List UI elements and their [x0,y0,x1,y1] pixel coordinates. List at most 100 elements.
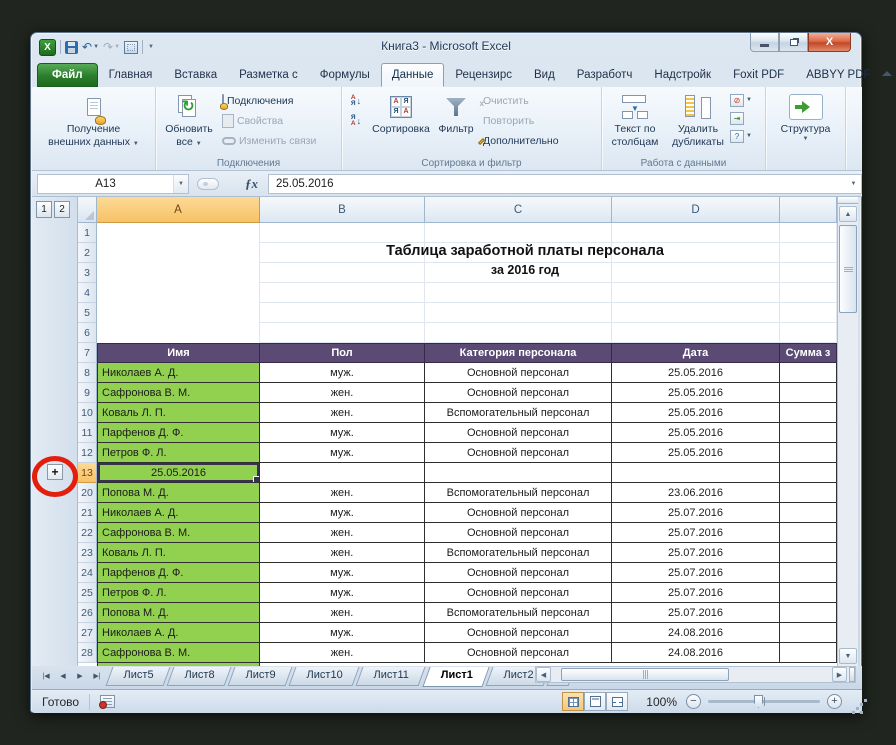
cell-D9[interactable]: 25.05.2016 [612,383,780,403]
row-header-8[interactable]: 8 [78,363,97,383]
cell-B28[interactable]: жен. [260,643,425,663]
column-header-B[interactable]: B [260,197,425,223]
consolidate-button[interactable]: ⇥ [730,110,758,126]
cell-A9[interactable]: Сафронова В. М. [97,383,260,403]
cell-C23[interactable]: Вспомогательный персонал [425,543,612,563]
tab-split-handle[interactable] [849,667,855,682]
minimize-button[interactable] [750,33,779,52]
cell-A3[interactable] [97,263,260,283]
vertical-scrollbar[interactable]: ▲ ▼ [837,197,858,666]
cell-A25[interactable]: Петров Ф. Л. [97,583,260,603]
first-sheet-button[interactable]: |◀ [38,668,54,684]
filter-button[interactable]: Фильтр [434,90,478,156]
cell-E20[interactable] [780,483,837,503]
insert-function-button[interactable]: ƒx [245,176,258,192]
cell-D28[interactable]: 24.08.2016 [612,643,780,663]
row-header-5[interactable]: 5 [78,303,97,323]
row-header-9[interactable]: 9 [78,383,97,403]
scroll-right-button[interactable]: ▶ [832,667,847,682]
cell-E11[interactable] [780,423,837,443]
cell-C27[interactable]: Основной персонал [425,623,612,643]
cell-B27[interactable]: муж. [260,623,425,643]
minimize-ribbon-icon[interactable] [882,71,892,76]
customize-qat-button[interactable]: ▼ [147,44,154,50]
ribbon-tab-5[interactable]: Формулы [309,63,381,87]
cell-A6[interactable] [97,323,260,343]
ribbon-tab-6[interactable]: Данные [381,63,445,87]
text-to-columns-button[interactable]: ▼ Текст по столбцам [604,90,666,156]
cell-D27[interactable]: 24.08.2016 [612,623,780,643]
expand-formula-bar-button[interactable]: ▼ [846,174,862,194]
vertical-scroll-thumb[interactable] [839,225,857,313]
cell-E8[interactable] [780,363,837,383]
sort-descending-button[interactable]: ЯА↓ [351,112,361,130]
cell-E26[interactable] [780,603,837,623]
cell-B8[interactable]: муж. [260,363,425,383]
cell-C1[interactable] [425,223,612,243]
ribbon-tab-10[interactable]: Надстройк [643,63,722,87]
cell-D13[interactable] [612,463,780,483]
cell-C10[interactable]: Вспомогательный персонал [425,403,612,423]
cell-E24[interactable] [780,563,837,583]
horizontal-scrollbar[interactable]: ◀ ▶ [535,666,856,683]
cell-A10[interactable]: Коваль Л. П. [97,403,260,423]
cell-A2[interactable] [97,243,260,263]
sheet-tab-1[interactable]: Лист5 [106,667,171,686]
cell-A20[interactable]: Попова М. Д. [97,483,260,503]
row-header-21[interactable]: 21 [78,503,97,523]
row-header-3[interactable]: 3 [78,263,97,283]
ribbon-tab-12[interactable]: ABBYY PDF [795,63,881,87]
cell-B3[interactable] [260,263,425,283]
select-all-corner[interactable] [78,197,97,223]
cell-C7[interactable]: Категория персонала [425,343,612,363]
cell-C4[interactable] [425,283,612,303]
cell-E6[interactable] [780,323,837,343]
cell-A7[interactable]: Имя [97,343,260,363]
edit-links-button[interactable]: Изменить связи [220,132,336,150]
cell-E1[interactable] [780,223,837,243]
row-header-7[interactable]: 7 [78,343,97,363]
clear-filter-button[interactable]: x Очистить [478,92,590,110]
ribbon-tab-3[interactable]: Вставка [163,63,228,87]
cell-E2[interactable] [780,243,837,263]
scroll-down-button[interactable]: ▼ [839,648,857,664]
column-header-C[interactable]: C [425,197,612,223]
undo-button[interactable]: ↶▼ [82,40,99,54]
ribbon-tab-4[interactable]: Разметка с [228,63,309,87]
scroll-up-button[interactable]: ▲ [839,206,857,222]
cell-A8[interactable]: Николаев А. Д. [97,363,260,383]
cell-D2[interactable] [612,243,780,263]
cell-B20[interactable]: жен. [260,483,425,503]
cell-B5[interactable] [260,303,425,323]
name-box[interactable]: A13 ▼ [37,174,189,194]
cell-A5[interactable] [97,303,260,323]
zoom-level-label[interactable]: 100% [641,695,677,709]
row-header-25[interactable]: 25 [78,583,97,603]
vertical-split-handle[interactable] [838,197,858,204]
row-header-28[interactable]: 28 [78,643,97,663]
refresh-all-button[interactable]: ↻ Обновить все ▼ [158,90,220,156]
connections-button[interactable]: Подключения [220,92,336,110]
cell-D10[interactable]: 25.05.2016 [612,403,780,423]
scroll-left-button[interactable]: ◀ [536,667,551,682]
next-sheet-button[interactable]: ▶ [72,668,88,684]
get-external-data-button[interactable]: Получение внешних данных ▼ [36,90,152,156]
remove-duplicates-button[interactable]: Удалить дубликаты [666,90,730,156]
cell-B25[interactable]: муж. [260,583,425,603]
cell-E25[interactable] [780,583,837,603]
cell-A22[interactable]: Сафронова В. М. [97,523,260,543]
redo-button[interactable]: ↷▼ [103,40,120,54]
row-header-4[interactable]: 4 [78,283,97,303]
last-sheet-button[interactable]: ▶| [89,668,105,684]
row-header-12[interactable]: 12 [78,443,97,463]
cell-E3[interactable] [780,263,837,283]
cell-E5[interactable] [780,303,837,323]
cell-D25[interactable]: 25.07.2016 [612,583,780,603]
cell-D23[interactable]: 25.07.2016 [612,543,780,563]
cell-D20[interactable]: 23.06.2016 [612,483,780,503]
structure-button[interactable]: Структура ▼ [769,90,843,156]
qat-extra-button[interactable] [124,41,138,54]
cell-B9[interactable]: жен. [260,383,425,403]
cell-B6[interactable] [260,323,425,343]
horizontal-scroll-thumb[interactable] [561,668,729,681]
